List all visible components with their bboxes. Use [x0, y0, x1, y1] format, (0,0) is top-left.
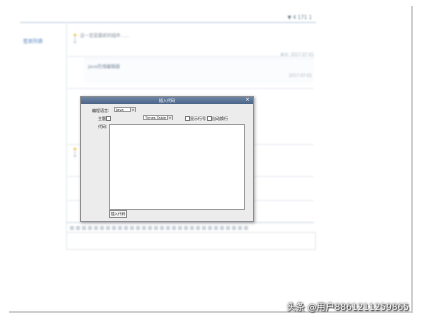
vote-icon	[73, 147, 77, 158]
post-1-text: 这一定是最新的插件……	[80, 34, 130, 39]
wrap-label: 自动换行	[212, 116, 228, 121]
dialog-title: 插入代码	[81, 97, 253, 104]
editor-toolbar[interactable]	[70, 225, 310, 231]
sidebar-link[interactable]: 签到列表	[23, 38, 43, 45]
top-bar: ▼ 4 171 1	[20, 14, 316, 23]
theme-value: Times Table	[145, 116, 167, 120]
vote-icon	[73, 33, 77, 44]
column-divider	[66, 22, 67, 242]
language-select[interactable]: Java ▾	[114, 107, 136, 112]
reply-block: java在线编辑器 2017-07-01	[84, 58, 314, 83]
language-label: 编程语言:	[92, 108, 110, 113]
editor-top-border	[66, 222, 314, 223]
topbar-stats: ▼ 4 171 1	[287, 15, 312, 21]
post-1: 这一定是最新的插件…… 来自: 2017-07-01	[68, 30, 314, 57]
reply-meta: 2017-07-01	[288, 73, 312, 78]
theme-checkbox[interactable]	[106, 116, 111, 121]
chevron-down-icon: ▾	[167, 116, 172, 120]
editor-textarea[interactable]	[66, 232, 316, 250]
theme-select[interactable]: Times Table ▾	[143, 115, 173, 120]
language-value: Java	[116, 108, 124, 112]
separator	[66, 88, 314, 89]
chevron-down-icon: ▾	[130, 108, 135, 112]
line-number-label: 显示行号	[190, 116, 206, 121]
insert-code-dialog: 插入代码 × 编程语言: Java ▾ 主题: Times Table ▾ 显示…	[80, 96, 254, 222]
close-icon[interactable]: ×	[245, 98, 250, 103]
code-label: 代码:	[98, 124, 108, 129]
insert-code-button[interactable]: 插入代码	[109, 210, 127, 218]
reply-text: java在线编辑器	[88, 65, 120, 70]
watermark: 头条 @用户8861211259865	[286, 303, 409, 313]
code-textarea[interactable]	[109, 124, 245, 210]
separator	[66, 56, 314, 57]
